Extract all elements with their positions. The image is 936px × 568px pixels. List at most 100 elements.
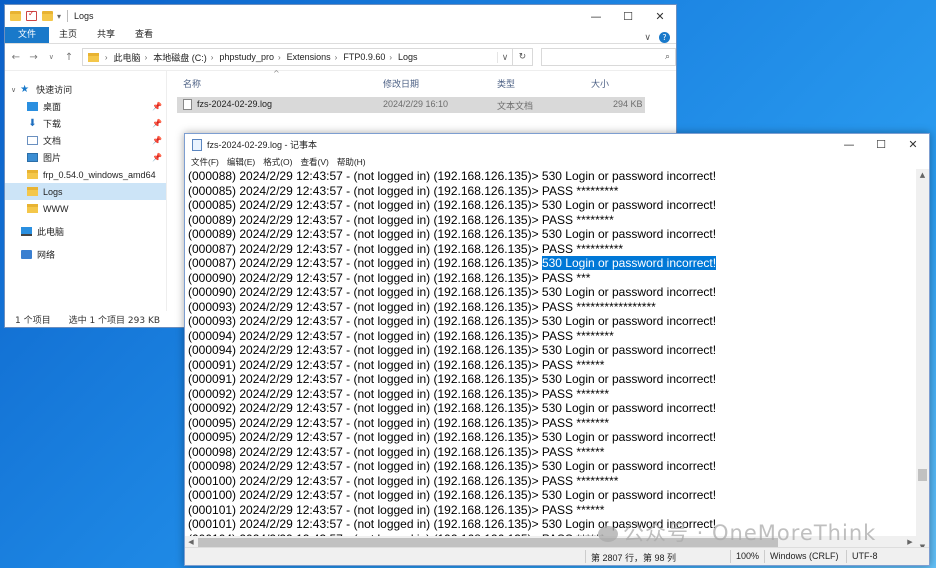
column-header-type[interactable]: 类型 (497, 77, 515, 90)
chevron-right-icon[interactable]: › (389, 53, 392, 62)
cursor-position: 第 2807 行，第 98 列 (591, 553, 677, 563)
vertical-scrollbar[interactable]: ▲ ▼ (916, 169, 929, 553)
file-name: fzs-2024-02-29.log (197, 99, 273, 109)
expand-ribbon-icon[interactable]: ∨ (644, 33, 651, 43)
notepad-statusbar: 第 2807 行，第 98 列 100% Windows (CRLF) UTF-… (185, 547, 929, 565)
tab-view[interactable]: 查看 (125, 27, 163, 43)
chevron-down-icon[interactable]: ∨ (11, 86, 16, 94)
log-line: (000093) 2024/2/29 12:43:57 - (not logge… (188, 299, 656, 314)
selection-info: 选中 1 个项目 293 KB (68, 315, 161, 326)
nav-label: Logs (43, 186, 63, 197)
nav-network[interactable]: 网络 (5, 246, 166, 263)
column-header-modified[interactable]: 修改日期 (383, 77, 419, 90)
log-line: (000095) 2024/2/29 12:43:57 - (not logge… (188, 415, 610, 430)
refresh-button[interactable]: ↻ (513, 48, 533, 66)
back-icon[interactable]: ← (9, 52, 23, 63)
text-editor[interactable]: (000088) 2024/2/29 12:43:57 - (not logge… (185, 169, 916, 536)
breadcrumb-this-pc[interactable]: 此电脑 (114, 51, 141, 64)
log-line: (000087) 2024/2/29 12:43:57 - (not logge… (188, 241, 624, 256)
tab-share[interactable]: 共享 (87, 27, 125, 43)
close-button[interactable]: ✕ (644, 5, 676, 27)
nav-item-documents[interactable]: 文档 📌 (5, 132, 166, 149)
menu-format[interactable]: 格式(O) (263, 156, 292, 168)
new-folder-icon[interactable] (42, 11, 53, 21)
breadcrumb-logs[interactable]: Logs (398, 52, 418, 62)
nav-label: 网络 (37, 250, 56, 260)
zoom-level: 100% (736, 551, 760, 561)
chevron-right-icon[interactable]: › (105, 53, 108, 62)
up-icon[interactable]: ↑ (62, 52, 76, 63)
nav-label: WWW (43, 203, 69, 214)
nav-label: 图片 (43, 153, 62, 163)
menu-help[interactable]: 帮助(H) (337, 156, 366, 168)
nav-item-pictures[interactable]: 图片 📌 (5, 149, 166, 166)
file-row[interactable]: fzs-2024-02-29.log 2024/2/29 16:10 文本文档 … (177, 97, 645, 113)
nav-item-downloads[interactable]: ⬇ 下载 📌 (5, 115, 166, 132)
pin-icon[interactable]: 📌 (152, 102, 162, 111)
log-line: (000090) 2024/2/29 12:43:57 - (not logge… (188, 285, 717, 299)
breadcrumb-phpstudy[interactable]: phpstudy_pro (219, 52, 274, 62)
pin-icon[interactable]: 📌 (152, 119, 162, 128)
pin-icon[interactable]: 📌 (152, 136, 162, 145)
pin-icon[interactable]: 📌 (152, 153, 162, 162)
tab-home[interactable]: 主页 (49, 27, 87, 43)
minimize-button[interactable]: — (833, 134, 865, 156)
menu-view[interactable]: 查看(V) (300, 156, 328, 168)
breadcrumb-local-disk[interactable]: 本地磁盘 (C:) (153, 51, 207, 64)
line-ending: Windows (CRLF) (770, 551, 839, 561)
breadcrumb-ftp[interactable]: FTP0.9.60 (343, 52, 385, 62)
nav-label: 快速访问 (36, 85, 73, 95)
text-file-icon (183, 99, 192, 110)
nav-label: 文档 (43, 136, 62, 146)
chevron-right-icon[interactable]: › (335, 53, 338, 62)
chevron-right-icon[interactable]: › (278, 53, 281, 62)
log-line: (000092) 2024/2/29 12:43:57 - (not logge… (188, 401, 717, 415)
watermark-text: 公众号 · OneMoreThink (623, 521, 877, 545)
ribbon-right: ∨ ? (644, 32, 676, 43)
search-input[interactable]: ⌕ (540, 48, 676, 66)
breadcrumb-extensions[interactable]: Extensions (287, 52, 331, 62)
menu-file[interactable]: 文件(F) (191, 156, 219, 168)
recent-dropdown-icon[interactable]: ∨ (44, 53, 58, 61)
menu-edit[interactable]: 编辑(E) (227, 156, 255, 168)
nav-this-pc[interactable]: 此电脑 (5, 223, 166, 240)
column-header-name[interactable]: 名称 (183, 77, 201, 90)
maximize-button[interactable]: ☐ (612, 5, 644, 27)
nav-item-desktop[interactable]: 桌面 📌 (5, 98, 166, 115)
log-line: (000094) 2024/2/29 12:43:57 - (not logge… (188, 343, 717, 357)
log-line: (000089) 2024/2/29 12:43:57 - (not logge… (188, 212, 614, 227)
nav-label: 此电脑 (37, 227, 65, 237)
folder-icon (27, 204, 38, 213)
nav-item-logs[interactable]: Logs (5, 183, 166, 200)
log-line: (000091) 2024/2/29 12:43:57 - (not logge… (188, 372, 717, 386)
item-count: 1 个项目 (15, 315, 51, 326)
divider (846, 550, 847, 563)
file-modified: 2024/2/29 16:10 (383, 99, 449, 109)
address-bar[interactable]: › 此电脑 › 本地磁盘 (C:) › phpstudy_pro › Exten… (81, 48, 514, 66)
nav-quick-access[interactable]: ∨ ★ 快速访问 (5, 81, 166, 98)
properties-icon[interactable] (26, 9, 37, 21)
help-icon[interactable]: ? (659, 32, 670, 43)
log-line: (000090) 2024/2/29 12:43:57 - (not logge… (188, 270, 591, 285)
log-line: (000098) 2024/2/29 12:43:57 - (not logge… (188, 459, 717, 473)
log-line: (000098) 2024/2/29 12:43:57 - (not logge… (188, 444, 605, 459)
chevron-right-icon[interactable]: › (145, 53, 148, 62)
tab-file[interactable]: 文件 (5, 27, 50, 43)
scroll-thumb[interactable] (918, 469, 927, 481)
notepad-window: fzs-2024-02-29.log - 记事本 — ☐ ✕ 文件(F) 编辑(… (184, 133, 930, 566)
address-dropdown-icon[interactable]: ∨ (497, 51, 512, 63)
scroll-up-icon[interactable]: ▲ (916, 169, 929, 181)
folder-icon (10, 11, 21, 21)
maximize-button[interactable]: ☐ (865, 134, 897, 156)
sort-ascending-icon: ^ (273, 69, 280, 78)
column-header-size[interactable]: 大小 (591, 77, 609, 90)
nav-item-frp[interactable]: frp_0.54.0_windows_amd64 (5, 166, 166, 183)
log-line: (000093) 2024/2/29 12:43:57 - (not logge… (188, 314, 717, 328)
minimize-button[interactable]: — (580, 5, 612, 27)
quick-access-dropdown-icon[interactable]: ▾ (57, 12, 61, 21)
forward-icon[interactable]: → (27, 52, 41, 63)
close-button[interactable]: ✕ (897, 134, 929, 156)
notepad-icon (192, 138, 202, 151)
nav-item-www[interactable]: WWW (5, 200, 166, 217)
chevron-right-icon[interactable]: › (211, 53, 214, 62)
